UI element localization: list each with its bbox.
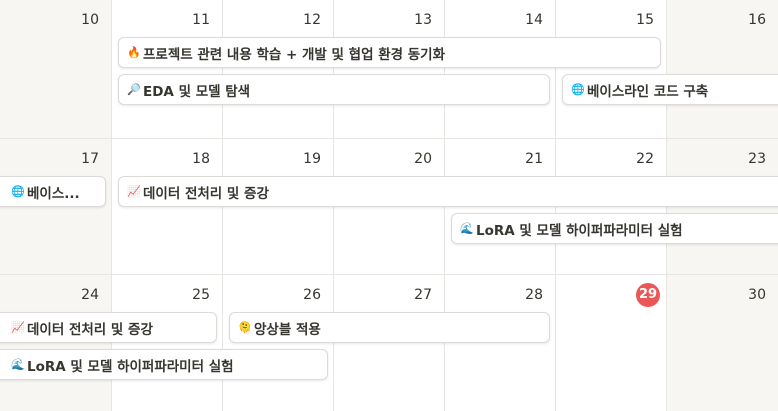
day-number: 16 xyxy=(748,12,766,28)
day-number: 10 xyxy=(81,12,99,28)
magnifier-icon: 🔎 xyxy=(127,82,141,96)
day-cell[interactable]: 28 xyxy=(445,275,556,411)
day-number: 17 xyxy=(81,151,99,167)
calendar-week: 10 11 12 13 14 15 16 🔥 프로젝트 관련 내용 학습 + 개발 및 협업 환… xyxy=(0,0,778,138)
day-cell[interactable]: 24 xyxy=(0,275,112,411)
calendar-week: 17 18 19 20 21 22 23 🌐 베이스... 📈 데이터 전처리 및 증강 🌊 LoRA … xyxy=(0,138,778,275)
event-title: 프로젝트 관련 내용 학습 + 개발 및 협업 환경 동기화 xyxy=(143,46,446,63)
event-title: LoRA 및 모델 하이퍼파라미터 실험 xyxy=(476,222,683,239)
event-title: 베이스라인 코드 구축 xyxy=(587,83,709,100)
day-number: 26 xyxy=(303,287,321,303)
calendar-week: 24 25 26 27 28 29 30 📈 데이터 전처리 및 증강 🫠 앙상블 적용 🌊 LoRA … xyxy=(0,274,778,411)
day-number: 21 xyxy=(525,151,543,167)
day-cell[interactable]: 21 xyxy=(445,139,556,275)
day-cell[interactable]: 11 xyxy=(112,0,223,138)
event-block[interactable]: 🫠 앙상블 적용 xyxy=(229,312,550,343)
event-title: 데이터 전처리 및 증강 xyxy=(27,321,153,338)
day-number: 15 xyxy=(636,12,654,28)
day-number: 13 xyxy=(414,12,432,28)
day-number: 23 xyxy=(748,151,766,167)
day-cell[interactable]: 13 xyxy=(334,0,445,138)
day-cell[interactable]: 26 xyxy=(223,275,334,411)
day-number: 14 xyxy=(525,12,543,28)
day-cell[interactable]: 23 xyxy=(667,139,778,275)
event-block[interactable]: 🌊 LoRA 및 모델 하이퍼파라미터 실험 xyxy=(451,213,778,244)
day-number: 11 xyxy=(192,12,210,28)
day-cell[interactable]: 22 xyxy=(556,139,667,275)
event-title: EDA 및 모델 탐색 xyxy=(143,83,251,100)
day-cell[interactable]: 14 xyxy=(445,0,556,138)
event-block[interactable]: 📈 데이터 전처리 및 증강 xyxy=(118,176,778,207)
day-cell[interactable]: 15 xyxy=(556,0,667,138)
day-number: 27 xyxy=(414,287,432,303)
fire-icon: 🔥 xyxy=(127,45,141,59)
day-number: 18 xyxy=(192,151,210,167)
event-block[interactable]: 🌐 베이스라인 코드 구축 xyxy=(562,74,778,105)
globe-icon: 🌐 xyxy=(11,184,25,198)
day-number: 20 xyxy=(414,151,432,167)
day-number: 22 xyxy=(636,151,654,167)
day-cell[interactable]: 25 xyxy=(112,275,223,411)
day-cell[interactable]: 20 xyxy=(334,139,445,275)
event-title: 앙상블 적용 xyxy=(254,321,321,338)
day-cell[interactable]: 12 xyxy=(223,0,334,138)
day-cell[interactable]: 10 xyxy=(0,0,112,138)
event-title: 베이스... xyxy=(27,185,80,202)
event-block[interactable]: 🌊 LoRA 및 모델 하이퍼파라미터 실험 xyxy=(0,349,328,380)
day-number: 19 xyxy=(303,151,321,167)
day-cell[interactable]: 19 xyxy=(223,139,334,275)
event-block[interactable]: 📈 데이터 전처리 및 증강 xyxy=(0,312,217,343)
globe-icon: 🌐 xyxy=(571,82,585,96)
day-cell[interactable]: 27 xyxy=(334,275,445,411)
wave-icon: 🌊 xyxy=(11,357,25,371)
day-number: 25 xyxy=(192,287,210,303)
day-number: 30 xyxy=(748,287,766,303)
day-number: 28 xyxy=(525,287,543,303)
day-cell[interactable]: 29 xyxy=(556,275,667,411)
today-date-badge: 29 xyxy=(636,283,660,307)
event-block[interactable]: 🔥 프로젝트 관련 내용 학습 + 개발 및 협업 환경 동기화 xyxy=(118,37,661,68)
event-block[interactable]: 🔎 EDA 및 모델 탐색 xyxy=(118,74,550,105)
day-cell[interactable]: 18 xyxy=(112,139,223,275)
day-cell[interactable]: 30 xyxy=(667,275,778,411)
calendar-grid: 10 11 12 13 14 15 16 🔥 프로젝트 관련 내용 학습 + 개발 및 협업 환… xyxy=(0,0,778,411)
chart-increasing-icon: 📈 xyxy=(11,320,25,334)
face-icon: 🫠 xyxy=(238,320,252,334)
day-cell[interactable]: 16 xyxy=(667,0,778,138)
day-number: 12 xyxy=(303,12,321,28)
event-block[interactable]: 🌐 베이스... xyxy=(0,176,106,207)
day-number: 24 xyxy=(81,287,99,303)
event-title: LoRA 및 모델 하이퍼파라미터 실험 xyxy=(27,358,234,375)
day-cell[interactable]: 17 xyxy=(0,139,112,275)
wave-icon: 🌊 xyxy=(460,221,474,235)
event-title: 데이터 전처리 및 증강 xyxy=(143,185,269,202)
chart-increasing-icon: 📈 xyxy=(127,184,141,198)
